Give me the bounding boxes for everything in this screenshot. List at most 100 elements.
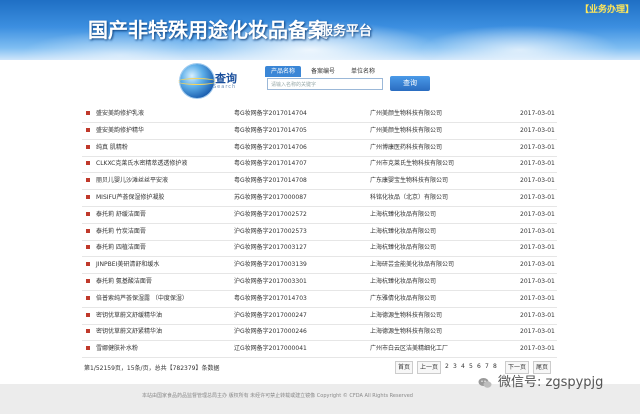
tab-company-name[interactable]: 单位名称 xyxy=(345,66,381,77)
bullet-icon xyxy=(86,295,90,300)
product-name-link[interactable]: JINPBEI美研清舒和缓水 xyxy=(96,256,159,273)
bullet-icon xyxy=(86,211,90,216)
table-row[interactable]: 盛安美韵修护精华 粤G妆网备字2017014705 广州美颜生物科技有限公司 2017… xyxy=(82,122,557,140)
bullet-icon xyxy=(86,228,90,233)
next-page-button[interactable]: 下一页 xyxy=(505,361,530,374)
record-date: 2017-03-01 xyxy=(520,126,555,134)
record-number: 粤G妆网备字2017014706 xyxy=(234,143,307,151)
bullet-icon xyxy=(86,329,90,334)
company-name: 广州美颜生物科技有限公司 xyxy=(370,110,443,117)
page-link[interactable]: 6 xyxy=(477,361,481,372)
record-date: 2017-03-01 xyxy=(520,210,555,218)
table-row[interactable]: 密钥优草蔚文舒紧精华油 沪G妆网备字2017000246 上海德源生物科技有限公司 2… xyxy=(82,323,557,342)
table-row[interactable]: 泰托莉 氨基酸洁面膏 沪G妆网备字2017003301 上海杭臻化妆品有限公司 201… xyxy=(82,273,557,291)
record-number: 粤G妆网备字2017014705 xyxy=(234,126,307,134)
record-number: 粤G妆网备字2017014704 xyxy=(234,110,307,117)
search-button[interactable]: 查询 xyxy=(390,76,430,91)
page-link[interactable]: 4 xyxy=(461,361,465,372)
pagination-info: 第1/52159页，15条/页，总共【782379】条数据 xyxy=(84,365,220,372)
tab-record-number[interactable]: 备案编号 xyxy=(305,66,341,77)
table-row[interactable]: 密钥优草蔚文舒缓精华油 沪G妆网备字2017000247 上海德源生物科技有限公司 2… xyxy=(82,307,557,325)
bullet-icon xyxy=(86,312,90,317)
company-name: 广州美颜生物科技有限公司 xyxy=(370,126,443,134)
business-link[interactable]: 【业务办理】 xyxy=(580,2,634,15)
site-subtitle: 服务平台 xyxy=(320,24,373,39)
first-page-button[interactable]: 首页 xyxy=(395,361,414,374)
company-name: 上海杭臻化妆品有限公司 xyxy=(370,278,437,285)
page-link[interactable]: 2 xyxy=(445,361,449,372)
product-name-link[interactable]: 盛安美韵修护精华 xyxy=(96,122,144,139)
record-date: 2017-03-01 xyxy=(520,261,555,269)
globe-icon xyxy=(178,64,216,98)
page-link[interactable]: 7 xyxy=(485,361,489,372)
table-row[interactable]: 盛安美韵修护乳液 粤G妆网备字2017014704 广州美颜生物科技有限公司 2017… xyxy=(82,105,557,123)
record-date: 2017-03-01 xyxy=(520,143,555,151)
product-name-link[interactable]: 倍普索纯芦荟保湿露 （中度保湿） xyxy=(96,290,188,307)
banner-cloud xyxy=(420,25,620,60)
record-date: 2017-03-01 xyxy=(520,311,555,319)
page-link[interactable]: 5 xyxy=(469,361,473,372)
bullet-icon xyxy=(86,279,90,283)
company-name: 上海研芸金能美化妆品有限公司 xyxy=(370,261,455,269)
company-name: 广州博康医药科技有限公司 xyxy=(370,143,443,151)
wechat-icon xyxy=(478,378,492,388)
last-page-button[interactable]: 尾页 xyxy=(533,361,552,374)
page-link[interactable]: 8 xyxy=(493,361,497,372)
bullet-icon xyxy=(86,262,90,267)
table-row[interactable]: JINPBEI美研清舒和缓水 沪G妆网备字2017003139 上海研芸金能美化妆品… xyxy=(82,256,557,275)
product-name-link[interactable]: 泰托莉 氨基酸洁面膏 xyxy=(96,273,152,290)
record-date: 2017-03-01 xyxy=(520,328,555,336)
bullet-icon xyxy=(86,178,90,183)
record-number: 沪G妆网备字2017000247 xyxy=(234,311,307,319)
bullet-icon xyxy=(86,245,90,250)
bullet-icon xyxy=(86,161,90,166)
product-name-link[interactable]: CLKXC克莱氏水密精萃透透修护液 xyxy=(96,155,187,172)
company-name: 上海德源生物科技有限公司 xyxy=(370,311,443,319)
header-banner: 国产非特殊用途化妆品备案 服务平台 【业务办理】 xyxy=(0,0,640,60)
table-row[interactable]: MISIFU芦荟保湿修护凝胶 苏G妆网备字2017000087 科铭化妆品（北京）有… xyxy=(82,189,557,207)
page-link[interactable]: 3 xyxy=(453,361,457,372)
product-name-link[interactable]: 泰托莉 竹炭洁面膏 xyxy=(96,223,146,240)
product-name-link[interactable]: 密钥优草蔚文舒缓精华油 xyxy=(96,307,162,324)
product-name-link[interactable]: 纯真 肌精粉 xyxy=(96,139,128,156)
table-row[interactable]: 泰托莉 四植洁面膏 沪G妆网备字2017003127 上海杭臻化妆品有限公司 2017… xyxy=(82,239,557,258)
bullet-icon xyxy=(86,144,90,149)
bullet-icon xyxy=(86,111,90,115)
record-number: 沪G妆网备字2017003127 xyxy=(234,244,307,252)
bullet-icon xyxy=(86,346,90,351)
record-number: 粤G妆网备字2017014707 xyxy=(234,160,307,168)
footer-text: 本站由国家食品药品监督管理总局主办 版权所有 未经许可禁止转载或建立镜像 Cop… xyxy=(142,393,413,399)
record-number: 苏G妆网备字2017000087 xyxy=(234,194,307,201)
product-name-link[interactable]: MISIFU芦荟保湿修护凝胶 xyxy=(96,189,164,206)
table-row[interactable]: 丽贝儿婴儿沙滩丝丝平安液 粤G妆网备字2017014708 广东康婴宝生物科技有限公… xyxy=(82,172,557,191)
product-name-link[interactable]: 泰托莉 四植洁面膏 xyxy=(96,239,146,256)
record-date: 2017-03-01 xyxy=(520,194,555,201)
record-number: 沪G妆网备字2017000246 xyxy=(234,328,307,336)
search-label-en: Search xyxy=(213,84,237,90)
product-name-link[interactable]: 盛安美韵修护乳液 xyxy=(96,105,144,122)
search-input[interactable]: 请输入名称的关键字 xyxy=(267,78,383,90)
record-number: 沪G妆网备字2017003139 xyxy=(234,261,307,269)
product-name-link[interactable]: 密钥优草蔚文舒紧精华油 xyxy=(96,323,162,340)
product-name-link[interactable]: 丽贝儿婴儿沙滩丝丝平安液 xyxy=(96,172,168,189)
prev-page-button[interactable]: 上一页 xyxy=(417,361,442,374)
table-row[interactable]: 泰托莉 舒缓洁面膏 沪G妆网备字2017002572 上海杭臻化妆品有限公司 2017… xyxy=(82,206,557,224)
company-name: 广东康婴宝生物科技有限公司 xyxy=(370,177,449,185)
company-name: 广东雅倩化妆品有限公司 xyxy=(370,294,437,302)
bullet-icon xyxy=(86,195,90,199)
table-row[interactable]: 纯真 肌精粉 粤G妆网备字2017014706 广州博康医药科技有限公司 2017-0… xyxy=(82,139,557,157)
company-name: 上海杭臻化妆品有限公司 xyxy=(370,227,437,235)
tab-product-name[interactable]: 产品名称 xyxy=(265,66,301,77)
table-row[interactable]: 倍普索纯芦荟保湿露 （中度保湿） 粤G妆网备字2017014703 广东雅倩化妆品有… xyxy=(82,290,557,308)
bullet-icon xyxy=(86,127,90,132)
record-date: 2017-03-01 xyxy=(520,227,555,235)
table-row[interactable]: CLKXC克莱氏水密精萃透透修护液 粤G妆网备字2017014707 广州市克莱氏生… xyxy=(82,155,557,174)
table-row[interactable]: 雪娜健肤补水粉 辽G妆网备字2017000041 广州市白云区洁美精细化工厂 2017… xyxy=(82,340,557,359)
company-name: 科铭化妆品（北京）有限公司 xyxy=(370,194,449,201)
table-row[interactable]: 泰托莉 竹炭洁面膏 沪G妆网备字2017002573 上海杭臻化妆品有限公司 2017… xyxy=(82,223,557,241)
company-name: 上海杭臻化妆品有限公司 xyxy=(370,210,437,218)
wechat-id: 微信号: zgspypjg xyxy=(498,375,604,390)
record-number: 粤G妆网备字2017014703 xyxy=(234,294,307,302)
product-name-link[interactable]: 雪娜健肤补水粉 xyxy=(96,340,138,357)
product-name-link[interactable]: 泰托莉 舒缓洁面膏 xyxy=(96,206,146,223)
